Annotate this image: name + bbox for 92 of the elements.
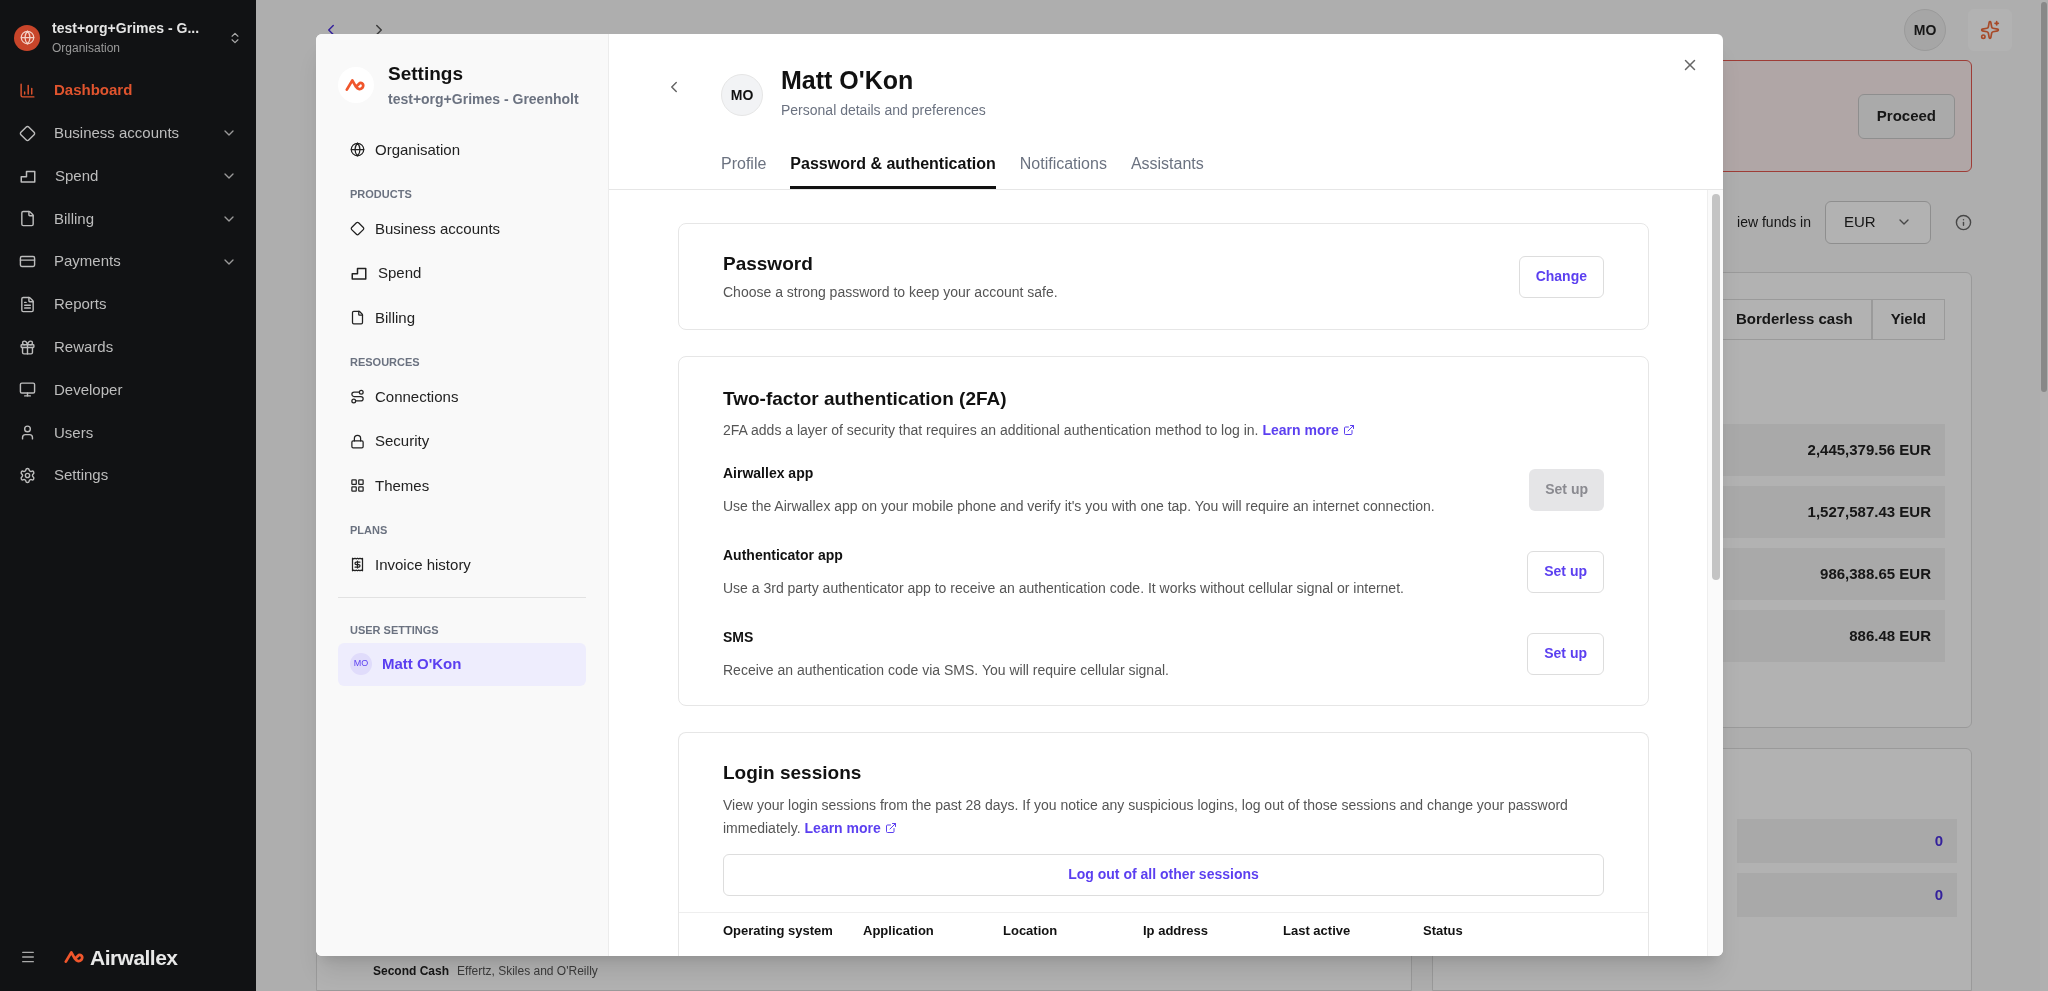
card-description: Choose a strong password to keep your account safe. (723, 283, 1058, 303)
settings-nav-item[interactable]: Themes (338, 463, 586, 508)
nav-item[interactable]: Payments (0, 240, 256, 283)
learn-more-link[interactable]: Learn more (804, 816, 897, 840)
profile-tab[interactable]: Notifications (1019, 152, 1107, 189)
column-header: Ip address (1143, 921, 1210, 940)
column-header: Operating system (723, 921, 834, 940)
column-header: Status (1423, 921, 1464, 940)
scrollbar-thumb[interactable] (2041, 2, 2047, 392)
grid-icon (350, 478, 365, 494)
settings-nav-item[interactable]: Invoice history (338, 542, 586, 587)
globe-icon (350, 142, 365, 158)
currency-select[interactable]: EUR (1825, 200, 1931, 244)
route-icon (350, 389, 365, 405)
funds-label: iew funds in (1737, 212, 1811, 232)
account-detail: Effertz, Skiles and O'Reilly (457, 963, 598, 980)
settings-icon (19, 467, 36, 485)
globe-icon (19, 30, 35, 45)
document-icon (19, 210, 36, 228)
account-name: Second Cash (373, 963, 450, 980)
method-description: Use a 3rd party authenticator app to receive an authentication code. It works without cellular signal or internet. (723, 578, 1404, 598)
profile-tab[interactable]: Profile (721, 152, 767, 189)
card-title: Password (723, 251, 814, 276)
external-link-icon (884, 822, 897, 834)
profile-avatar: MO (721, 74, 763, 116)
column-header: Application (863, 921, 935, 940)
document-icon (19, 295, 36, 313)
assistant-button[interactable] (1968, 9, 2012, 51)
nav-item[interactable]: Dashboard (0, 69, 256, 112)
brand-name: Airwallex (90, 944, 178, 971)
gift-icon (19, 338, 36, 356)
nav-item[interactable]: Users (0, 411, 256, 455)
count-value: 0 (1737, 819, 1957, 863)
method-name: SMS (723, 627, 755, 647)
settings-title: Settings (388, 62, 464, 86)
monitor-icon (19, 381, 36, 399)
section-heading: PRODUCTS (349, 187, 413, 202)
settings-org: test+org+Grimes - Greenholt (388, 89, 579, 109)
method-name: Authenticator app (723, 545, 844, 565)
external-link-icon (1342, 424, 1355, 436)
card-description: 2FA adds a layer of security that requires an additional authentication method to log in. Learn more (723, 419, 1604, 441)
logout-sessions-button[interactable]: Log out of all other sessions (723, 853, 1604, 896)
diamond-icon (19, 124, 36, 142)
column-header: Last active (1283, 921, 1352, 940)
profile-tab[interactable]: Password & authentication (790, 152, 996, 189)
diamond-icon (350, 221, 365, 237)
nav-item[interactable]: Settings (0, 454, 256, 497)
org-name: test+org+Grimes - G... (52, 19, 201, 38)
column-header: Location (1003, 921, 1059, 940)
settings-nav-item[interactable]: Business accounts (338, 206, 586, 251)
nav-item[interactable]: Billing (0, 197, 256, 241)
nav-item[interactable]: Rewards (0, 325, 256, 369)
card-description: View your login sessions from the past 28 days. If you notice any suspicious logins, log out of those sessions and change your password immediately. Learn more (723, 793, 1604, 840)
nav-item[interactable]: Developer (0, 368, 256, 412)
learn-more-link[interactable]: Learn more (1262, 419, 1355, 441)
settings-nav-item[interactable]: Organisation (338, 127, 586, 172)
settings-nav-item[interactable]: Connections (338, 374, 586, 419)
section-heading: PLANS (349, 523, 389, 538)
nav-item[interactable]: Reports (0, 283, 256, 326)
user-avatar[interactable]: MO (1904, 9, 1946, 51)
change-button[interactable]: Change (1518, 255, 1604, 298)
method-description: Receive an authentication code via SMS. You will require cellular signal. (723, 660, 1169, 680)
settings-nav-item[interactable]: Spend (338, 251, 586, 296)
balance-tab[interactable]: Yield (1871, 299, 1945, 340)
receipt-icon (350, 557, 365, 573)
settings-nav-item[interactable]: MO Matt O'Kon (338, 642, 586, 686)
nav-item[interactable]: Spend (0, 154, 256, 198)
method-name: Airwallex app (723, 463, 815, 483)
user-avatar: MO (350, 653, 372, 675)
org-subtitle: Organisation (52, 40, 122, 57)
profile-subtitle: Personal details and preferences (781, 100, 986, 120)
lock-icon (350, 433, 365, 449)
setup-button[interactable]: Set up (1527, 550, 1604, 593)
chart-icon (19, 81, 36, 99)
sparkle-icon (1980, 20, 2000, 40)
section-heading: RESOURCES (349, 355, 421, 370)
profile-name: Matt O'Kon (781, 65, 915, 96)
info-icon[interactable] (1955, 213, 1972, 231)
section-heading: USER SETTINGS (349, 623, 440, 638)
card-title: Login sessions (723, 761, 863, 785)
card-title: Two-factor authentication (2FA) (723, 387, 1008, 411)
profile-tab[interactable]: Assistants (1130, 152, 1204, 189)
proceed-button[interactable]: Proceed (1857, 93, 1955, 139)
setup-button[interactable]: Set up (1527, 632, 1604, 675)
document-icon (350, 310, 365, 326)
user-icon (19, 424, 36, 442)
settings-nav-item[interactable]: Billing (338, 295, 586, 340)
scrollbar-thumb[interactable] (1711, 194, 1720, 580)
method-description: Use the Airwallex app on your mobile phone and verify it's you with one tap. You will require an internet connection. (723, 496, 1435, 516)
count-value: 0 (1737, 873, 1957, 917)
settings-nav-item[interactable]: Security (338, 419, 586, 464)
nav-item[interactable]: Business accounts (0, 111, 256, 155)
